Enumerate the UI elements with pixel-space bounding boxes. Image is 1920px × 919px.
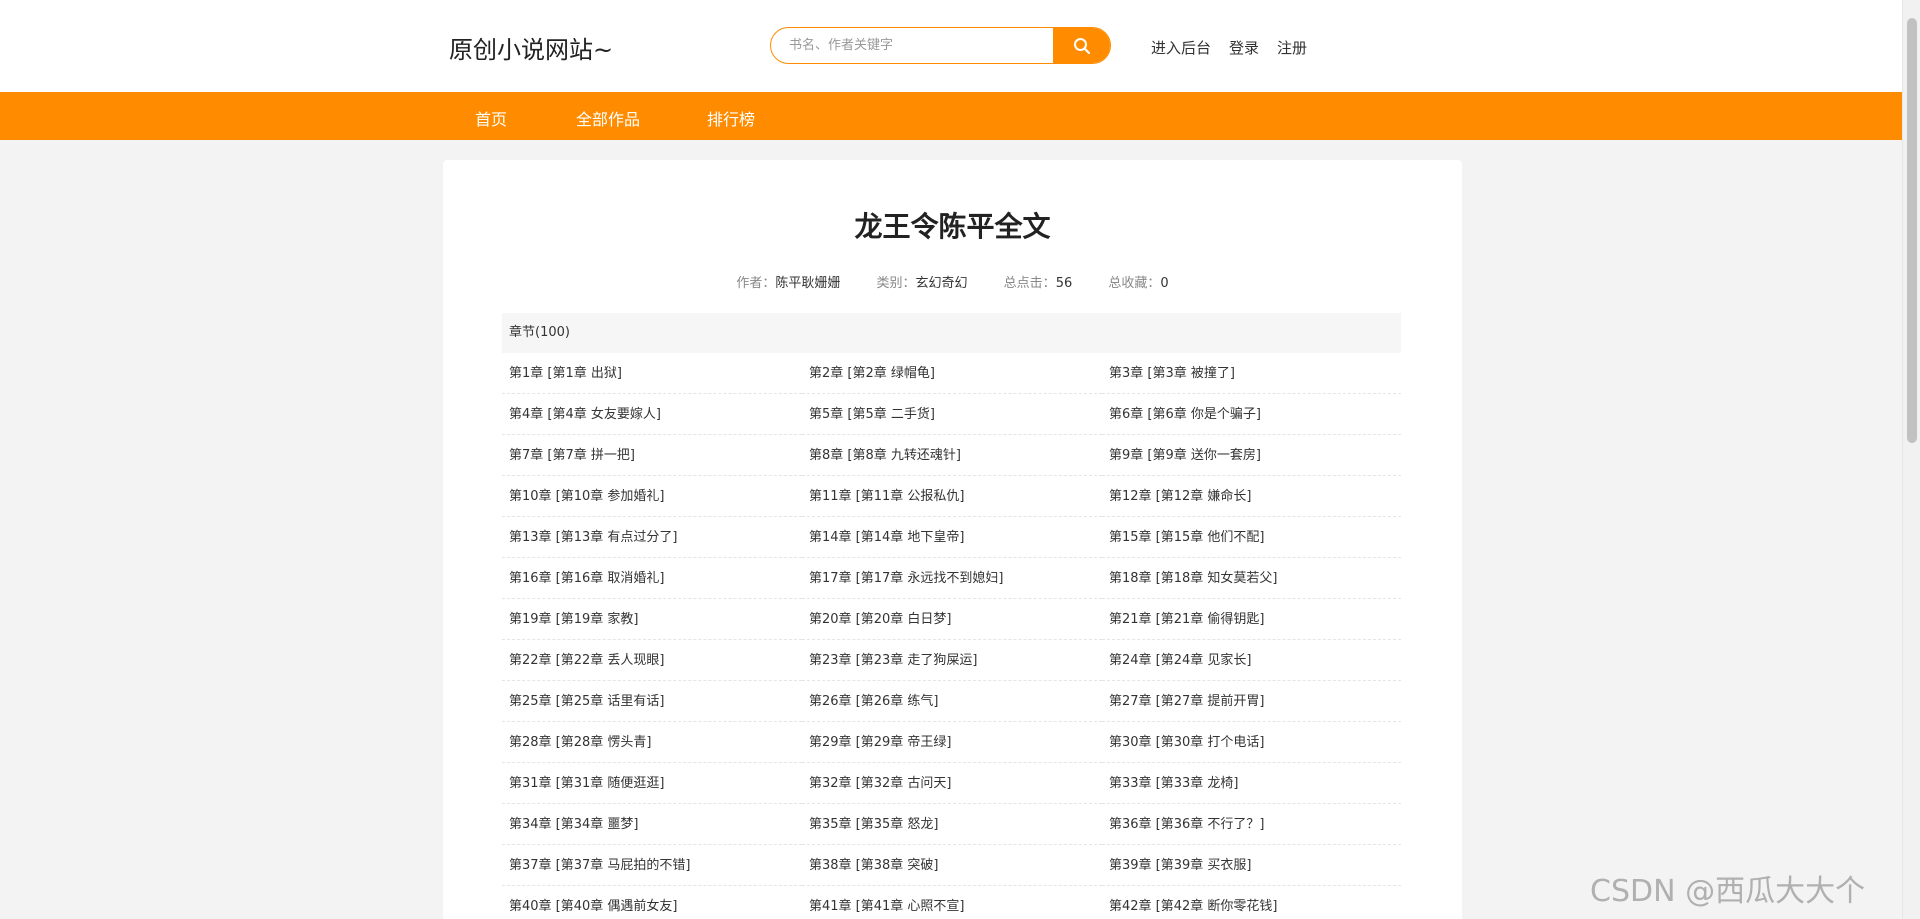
chapter-link[interactable]: 第22章 [第22章 丢人现眼]: [502, 640, 802, 681]
book-meta: 作者：陈平耿姗姗 类别：玄幻奇幻 总点击：56 总收藏：0: [443, 272, 1462, 291]
chapter-link[interactable]: 第30章 [第30章 打个电话]: [1102, 722, 1401, 763]
page-scrollbar[interactable]: [1902, 0, 1920, 919]
chapter-link[interactable]: 第37章 [第37章 马屁拍的不错]: [502, 845, 802, 886]
author-value[interactable]: 陈平耿姗姗: [775, 276, 840, 291]
chapter-link[interactable]: 第11章 [第11章 公报私仇]: [802, 476, 1102, 517]
chapter-link[interactable]: 第32章 [第32章 古问天]: [802, 763, 1102, 804]
search-input[interactable]: [771, 28, 1054, 63]
chapter-link[interactable]: 第29章 [第29章 帝王绿]: [802, 722, 1102, 763]
chapter-link[interactable]: 第18章 [第18章 知女莫若父]: [1102, 558, 1401, 599]
chapters-header: 章节(100): [502, 313, 1401, 353]
clicks-value: 56: [1055, 276, 1073, 291]
chapter-link[interactable]: 第7章 [第7章 拼一把]: [502, 435, 802, 476]
nav-ranking[interactable]: 排行榜: [707, 106, 755, 130]
user-links: 进入后台 登录 注册: [1151, 37, 1307, 58]
meta-favorites: 总收藏：0: [1108, 276, 1168, 291]
chapter-link[interactable]: 第4章 [第4章 女友要嫁人]: [502, 394, 802, 435]
search-button[interactable]: [1053, 28, 1110, 63]
nav-all-works[interactable]: 全部作品: [576, 106, 640, 130]
chapter-link[interactable]: 第33章 [第33章 龙椅]: [1102, 763, 1401, 804]
chapter-link[interactable]: 第31章 [第31章 随便逛逛]: [502, 763, 802, 804]
meta-author: 作者：陈平耿姗姗: [736, 276, 840, 291]
chapter-link[interactable]: 第42章 [第42章 断你零花钱]: [1102, 886, 1401, 919]
chapter-link[interactable]: 第24章 [第24章 见家长]: [1102, 640, 1401, 681]
chapter-link[interactable]: 第40章 [第40章 偶遇前女友]: [502, 886, 802, 919]
admin-link[interactable]: 进入后台: [1151, 37, 1211, 58]
chapter-link[interactable]: 第34章 [第34章 噩梦]: [502, 804, 802, 845]
meta-category: 类别：玄幻奇幻: [877, 276, 968, 291]
nav-home[interactable]: 首页: [475, 106, 507, 130]
chapter-list: 第1章 [第1章 出狱] 第2章 [第2章 绿帽龟] 第3章 [第3章 被撞了] 第4…: [502, 353, 1401, 919]
chapter-link[interactable]: 第6章 [第6章 你是个骗子]: [1102, 394, 1401, 435]
chapter-link[interactable]: 第13章 [第13章 有点过分了]: [502, 517, 802, 558]
chapter-link[interactable]: 第39章 [第39章 买衣服]: [1102, 845, 1401, 886]
chapter-link[interactable]: 第12章 [第12章 嫌命长]: [1102, 476, 1401, 517]
chapter-link[interactable]: 第14章 [第14章 地下皇帝]: [802, 517, 1102, 558]
watermark: CSDN @西瓜大大个: [1590, 874, 1866, 909]
book-title: 龙王令陈平全文: [854, 210, 1051, 243]
chapter-link[interactable]: 第41章 [第41章 心照不宣]: [802, 886, 1102, 919]
chapter-link[interactable]: 第2章 [第2章 绿帽龟]: [802, 353, 1102, 394]
chapter-link[interactable]: 第38章 [第38章 突破]: [802, 845, 1102, 886]
chapter-link[interactable]: 第10章 [第10章 参加婚礼]: [502, 476, 802, 517]
scrollbar-thumb[interactable]: [1907, 18, 1917, 443]
author-label: 作者：: [736, 276, 776, 291]
chapter-link[interactable]: 第26章 [第26章 练气]: [802, 681, 1102, 722]
chapter-link[interactable]: 第3章 [第3章 被撞了]: [1102, 353, 1401, 394]
chapter-link[interactable]: 第20章 [第20章 白日梦]: [802, 599, 1102, 640]
chapter-link[interactable]: 第16章 [第16章 取消婚礼]: [502, 558, 802, 599]
chapter-link[interactable]: 第23章 [第23章 走了狗屎运]: [802, 640, 1102, 681]
chapter-link[interactable]: 第9章 [第9章 送你一套房]: [1102, 435, 1401, 476]
chapter-link[interactable]: 第36章 [第36章 不行了？]: [1102, 804, 1401, 845]
site-logo[interactable]: 原创小说网站~: [449, 30, 613, 65]
chapter-link[interactable]: 第27章 [第27章 提前开胃]: [1102, 681, 1401, 722]
favorites-label: 总收藏：: [1108, 276, 1161, 291]
book-card: 龙王令陈平全文 作者：陈平耿姗姗 类别：玄幻奇幻 总点击：56 总收藏：0 章节…: [443, 160, 1462, 919]
category-label: 类别：: [876, 276, 916, 291]
site-header: 原创小说网站~ 进入后台 登录 注册: [0, 0, 1902, 92]
chapter-link[interactable]: 第21章 [第21章 偷得钥匙]: [1102, 599, 1401, 640]
clicks-label: 总点击：: [1003, 276, 1056, 291]
login-link[interactable]: 登录: [1229, 37, 1259, 58]
chapter-link[interactable]: 第25章 [第25章 话里有话]: [502, 681, 802, 722]
register-link[interactable]: 注册: [1277, 37, 1307, 58]
search-icon: [1073, 37, 1090, 54]
search-box: [770, 27, 1111, 64]
category-value: 玄幻奇幻: [915, 276, 968, 291]
meta-clicks: 总点击：56: [1004, 276, 1073, 291]
favorites-value: 0: [1160, 276, 1169, 291]
main-nav: 首页 全部作品 排行榜: [0, 92, 1902, 140]
chapter-link[interactable]: 第15章 [第15章 他们不配]: [1102, 517, 1401, 558]
chapter-link[interactable]: 第19章 [第19章 家教]: [502, 599, 802, 640]
chapter-link[interactable]: 第28章 [第28章 愣头青]: [502, 722, 802, 763]
chapter-link[interactable]: 第5章 [第5章 二手货]: [802, 394, 1102, 435]
chapter-link[interactable]: 第8章 [第8章 九转还魂针]: [802, 435, 1102, 476]
chapter-link[interactable]: 第17章 [第17章 永远找不到媳妇]: [802, 558, 1102, 599]
chapter-link[interactable]: 第35章 [第35章 怒龙]: [802, 804, 1102, 845]
chapter-link[interactable]: 第1章 [第1章 出狱]: [502, 353, 802, 394]
